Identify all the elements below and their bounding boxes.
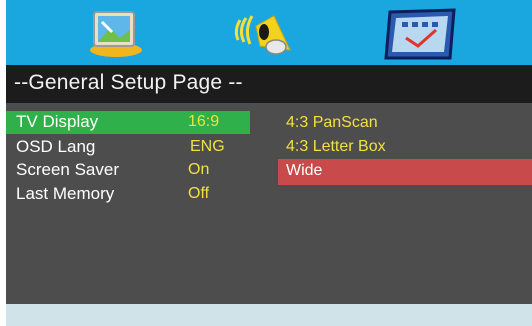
- preference-setup-icon[interactable]: [384, 0, 464, 65]
- setting-value: ENG: [190, 138, 225, 155]
- status-footer: [6, 304, 532, 326]
- audio-setup-icon[interactable]: [230, 0, 310, 65]
- setup-tabs-bar: [6, 0, 532, 65]
- setting-label: Screen Saver: [16, 160, 119, 179]
- setting-label: OSD Lang: [16, 137, 96, 156]
- setting-value: On: [188, 161, 210, 178]
- setting-row-screen-saver[interactable]: Screen Saver On: [6, 159, 250, 182]
- option-4-3-panscan[interactable]: 4:3 PanScan: [278, 111, 532, 137]
- setup-menu-window: --General Setup Page -- TV Display 16:9 …: [6, 0, 532, 326]
- setting-row-last-memory[interactable]: Last Memory Off: [6, 183, 250, 206]
- page-title-bar: --General Setup Page --: [6, 65, 532, 104]
- option-wide[interactable]: Wide: [278, 159, 532, 185]
- general-setup-icon[interactable]: [80, 0, 160, 65]
- option-label: 4:3 PanScan: [286, 114, 378, 131]
- option-4-3-letter-box[interactable]: 4:3 Letter Box: [278, 135, 532, 161]
- option-label: 4:3 Letter Box: [286, 138, 386, 155]
- setting-label: Last Memory: [16, 184, 115, 203]
- setting-value: 16:9: [188, 113, 220, 130]
- setting-row-osd-lang[interactable]: OSD Lang ENG: [6, 136, 250, 159]
- setting-value: Off: [188, 185, 210, 202]
- setting-label: TV Display: [16, 112, 99, 131]
- option-label: Wide: [286, 162, 323, 179]
- settings-panel: TV Display 16:9 OSD Lang ENG Screen Save…: [6, 103, 532, 304]
- page-title: --General Setup Page --: [14, 71, 243, 94]
- setting-row-tv-display[interactable]: TV Display 16:9: [6, 111, 250, 134]
